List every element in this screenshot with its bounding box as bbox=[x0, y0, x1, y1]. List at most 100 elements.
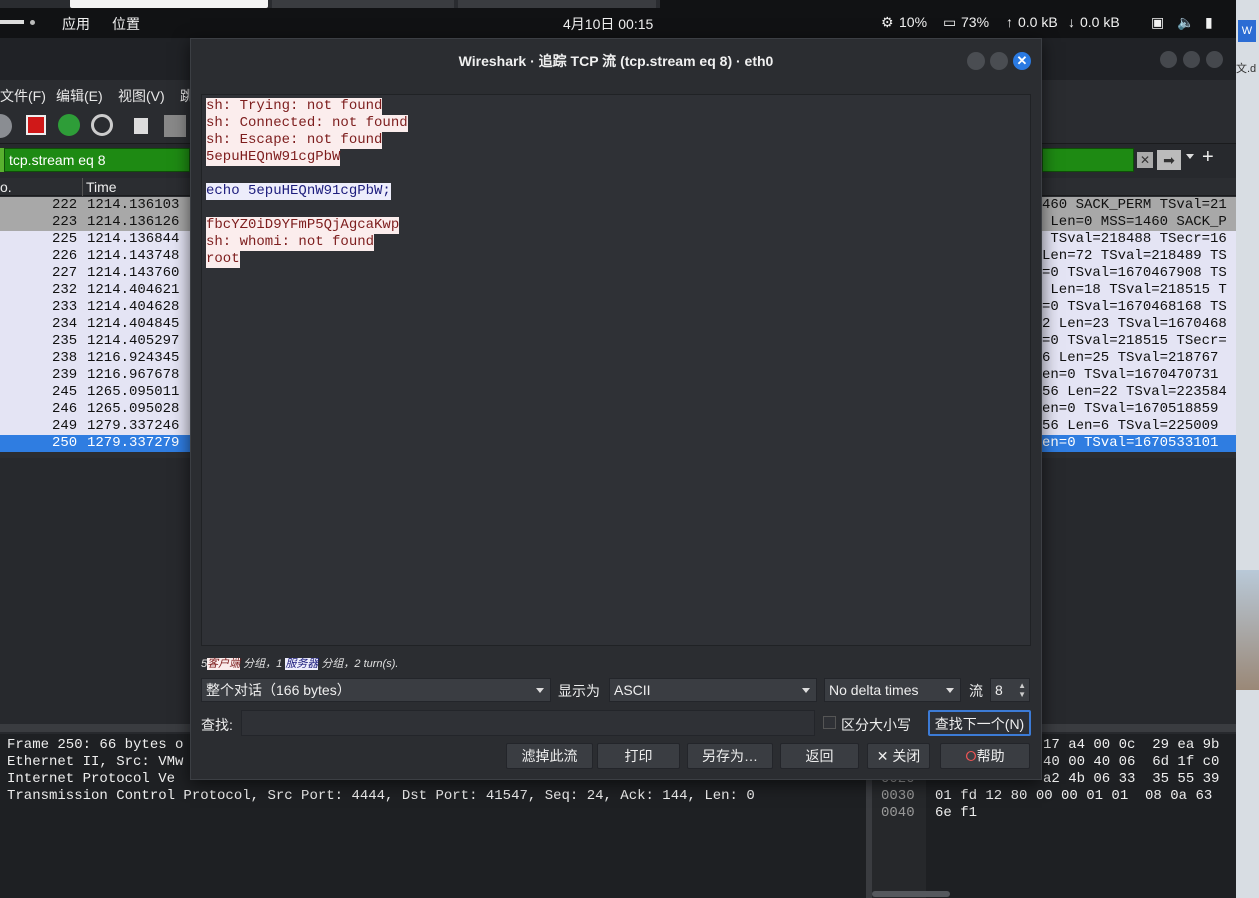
packet-info: Len=0 MSS=1460 SACK_P bbox=[1042, 214, 1227, 230]
browser-tab[interactable] bbox=[458, 0, 656, 8]
clear-filter-icon[interactable]: ✕ bbox=[1137, 152, 1153, 168]
packet-no: 226 bbox=[52, 248, 78, 264]
hex-scrollbar[interactable] bbox=[872, 891, 950, 897]
stream-line[interactable]: 5epuHEQnW91cgPbW bbox=[206, 149, 341, 166]
close-icon[interactable] bbox=[1206, 51, 1223, 68]
close-icon[interactable]: ✕ bbox=[1013, 52, 1031, 70]
apps-menu[interactable]: 应用 bbox=[62, 14, 90, 34]
capture-options-icon[interactable] bbox=[91, 114, 113, 136]
hex-bytes[interactable]: a2 4b 06 33 35 55 39 bbox=[1043, 771, 1219, 787]
download-icon: ↓ bbox=[1068, 14, 1075, 30]
packet-no: 246 bbox=[52, 401, 78, 417]
stream-line[interactable]: sh: Connected: not found bbox=[206, 115, 408, 132]
packet-no: 227 bbox=[52, 265, 78, 281]
packet-time: 1214.405297 bbox=[87, 333, 180, 349]
back-button[interactable]: 返回 bbox=[780, 743, 859, 769]
details-line[interactable]: Ethernet II, Src: VMw bbox=[7, 754, 183, 771]
find-label: 查找: bbox=[201, 717, 233, 733]
menu-file[interactable]: 文件(F) bbox=[0, 86, 46, 106]
stream-content[interactable]: sh: Trying: not found sh: Connected: not… bbox=[201, 94, 1031, 646]
packet-no: 234 bbox=[52, 316, 78, 332]
show-as-value: ASCII bbox=[614, 682, 651, 698]
chevron-down-icon bbox=[536, 688, 544, 693]
show-as-select[interactable]: ASCII bbox=[609, 678, 817, 702]
packet-time: 1214.404845 bbox=[87, 316, 180, 332]
shark-fin-icon[interactable] bbox=[0, 114, 12, 138]
stream-line[interactable]: sh: whomi: not found bbox=[206, 234, 375, 251]
packet-time: 1279.337279 bbox=[87, 435, 180, 451]
hex-bytes[interactable]: 01 fd 12 80 00 00 01 01 08 0a 63 bbox=[935, 788, 1212, 804]
packet-info: =0 TSval=218515 TSecr= bbox=[1042, 333, 1227, 349]
filter-out-stream-button[interactable]: 滤掉此流 bbox=[506, 743, 593, 769]
display-filter-input-right[interactable] bbox=[1042, 148, 1134, 172]
close-button[interactable]: ✕ 关闭 bbox=[867, 743, 930, 769]
hex-offset: 0030 bbox=[881, 788, 915, 804]
restart-capture-icon[interactable] bbox=[58, 114, 80, 136]
add-filter-button-icon[interactable]: + bbox=[1202, 146, 1214, 169]
packet-time: 1265.095011 bbox=[87, 384, 180, 400]
apply-filter-icon[interactable]: ➡ bbox=[1157, 150, 1181, 170]
col-time[interactable]: Time bbox=[86, 179, 117, 195]
display-filter-input[interactable]: tcp.stream eq 8 bbox=[4, 148, 190, 172]
filter-dropdown-icon[interactable] bbox=[1186, 154, 1194, 159]
stream-number-spinbox[interactable]: 8 ▲ ▼ bbox=[990, 678, 1030, 702]
close-icon: ✕ bbox=[876, 748, 893, 764]
case-sensitive-checkbox[interactable] bbox=[823, 716, 836, 729]
open-file-icon[interactable] bbox=[134, 118, 148, 134]
spin-arrows-icon[interactable]: ▲ ▼ bbox=[1018, 681, 1026, 699]
clock[interactable]: 4月10日 00:15 bbox=[563, 14, 653, 34]
stream-line[interactable]: fbcYZ0iD9YFmP5QjAgcaKwp bbox=[206, 217, 400, 234]
hex-bytes[interactable]: 17 a4 00 0c 29 ea 9b bbox=[1043, 737, 1219, 753]
packet-no: 235 bbox=[52, 333, 78, 349]
minimize-icon[interactable] bbox=[1160, 51, 1177, 68]
find-next-button[interactable]: 查找下一个(N) bbox=[928, 710, 1031, 736]
upload-rate: 0.0 kB bbox=[1018, 14, 1058, 30]
hex-offset: 0040 bbox=[881, 805, 915, 821]
battery-icon[interactable]: ▮ bbox=[1205, 14, 1213, 31]
stream-line[interactable]: sh: Escape: not found bbox=[206, 132, 383, 149]
maximize-icon[interactable] bbox=[1183, 51, 1200, 68]
workspace-dot[interactable] bbox=[30, 20, 35, 25]
menu-edit[interactable]: 编辑(E) bbox=[56, 86, 103, 106]
upload-icon: ↑ bbox=[1006, 14, 1013, 30]
save-as-button[interactable]: 另存为… bbox=[687, 743, 773, 769]
stream-line[interactable]: root bbox=[206, 251, 240, 268]
close-button-label: 关闭 bbox=[892, 748, 921, 764]
packet-time: 1214.136126 bbox=[87, 214, 180, 230]
word-doc-icon[interactable]: W bbox=[1238, 20, 1256, 42]
browser-tab[interactable] bbox=[272, 0, 454, 8]
menu-view[interactable]: 视图(V) bbox=[118, 86, 165, 106]
hex-bytes[interactable]: 6e f1 bbox=[935, 805, 977, 821]
print-button[interactable]: 打印 bbox=[597, 743, 680, 769]
stream-line[interactable]: echo 5epuHEQnW91cgPbW; bbox=[206, 183, 391, 200]
doc-name-fragment: 文.d bbox=[1236, 63, 1257, 75]
server-label: 服务器 bbox=[285, 658, 319, 670]
col-divider[interactable] bbox=[82, 178, 83, 196]
hex-bytes[interactable]: 40 00 40 06 6d 1f c0 bbox=[1043, 754, 1219, 770]
download-rate: 0.0 kB bbox=[1080, 14, 1120, 30]
find-input[interactable] bbox=[241, 710, 815, 736]
details-line[interactable]: Internet Protocol Ve bbox=[7, 771, 175, 788]
packet-time: 1216.967678 bbox=[87, 367, 180, 383]
stream-line[interactable]: sh: Trying: not found bbox=[206, 98, 383, 115]
display-icon[interactable]: ▣ bbox=[1151, 14, 1164, 31]
save-file-icon[interactable] bbox=[164, 115, 186, 137]
details-line[interactable]: Transmission Control Protocol, Src Port:… bbox=[7, 788, 755, 805]
browser-tab[interactable] bbox=[70, 0, 268, 8]
conversation-select[interactable]: 整个对话（166 bytes） bbox=[201, 678, 551, 702]
places-menu[interactable]: 位置 bbox=[112, 14, 140, 34]
packet-no: 225 bbox=[52, 231, 78, 247]
minimize-icon[interactable] bbox=[967, 52, 985, 70]
col-no[interactable]: o. bbox=[0, 179, 12, 195]
stop-capture-icon[interactable] bbox=[26, 115, 46, 135]
chevron-down-icon bbox=[802, 688, 810, 693]
delta-times-select[interactable]: No delta times bbox=[824, 678, 961, 702]
packet-time: 1279.337246 bbox=[87, 418, 180, 434]
volume-icon[interactable]: 🔈 bbox=[1177, 14, 1194, 31]
packet-no: 233 bbox=[52, 299, 78, 315]
details-line[interactable]: Frame 250: 66 bytes o bbox=[7, 737, 183, 754]
workspace-indicator[interactable] bbox=[0, 20, 24, 24]
client-label: 客户端 bbox=[207, 658, 241, 670]
help-button[interactable]: ⭘帮助 bbox=[940, 743, 1030, 769]
maximize-icon[interactable] bbox=[990, 52, 1008, 70]
